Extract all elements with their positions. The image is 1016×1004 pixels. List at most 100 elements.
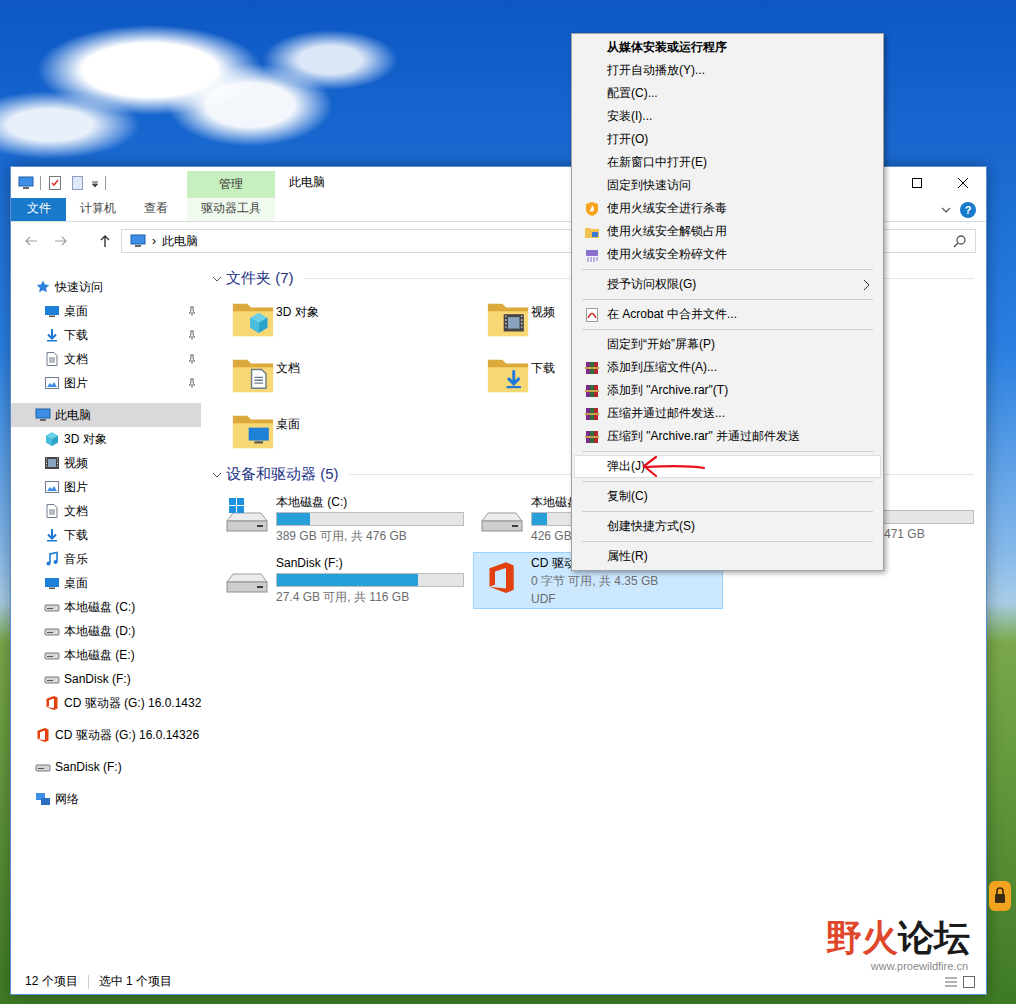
menu-item[interactable]: 打开(O) <box>574 128 881 151</box>
menu-item[interactable]: 压缩到 "Archive.rar" 并通过邮件发送 <box>574 425 881 448</box>
menu-item[interactable]: 使用火绒安全粉碎文件 <box>574 243 881 266</box>
nav-item[interactable]: CD 驱动器 (G:) 16.0.1432 <box>11 691 201 715</box>
drive-name[interactable]: SanDisk (F:) <box>276 555 463 571</box>
ribbon-tab[interactable]: 文件 <box>11 198 66 221</box>
menu-label[interactable]: 复制(C) <box>607 488 648 505</box>
nav-label[interactable]: CD 驱动器 (G:) 16.0.14326 <box>55 727 199 744</box>
menu-label[interactable]: 创建快捷方式(S) <box>607 518 695 535</box>
nav-label[interactable]: 本地磁盘 (C:) <box>64 599 135 616</box>
menu-label[interactable]: 授予访问权限(G) <box>607 276 696 293</box>
nav-label[interactable]: 图片 <box>64 479 88 496</box>
menu-label[interactable]: 压缩到 "Archive.rar" 并通过邮件发送 <box>607 428 800 445</box>
nav-item[interactable]: 桌面 <box>11 299 201 323</box>
nav-label[interactable]: 快速访问 <box>55 279 103 296</box>
menu-label[interactable]: 在 Acrobat 中合并文件... <box>607 306 737 323</box>
nav-label[interactable]: 桌面 <box>64 575 88 592</box>
menu-item[interactable]: 固定到快速访问 <box>574 174 881 197</box>
menu-item[interactable]: 属性(R) <box>574 545 881 568</box>
menu-label[interactable]: 使用火绒安全粉碎文件 <box>607 246 727 263</box>
folder-label[interactable]: 桌面 <box>276 407 300 433</box>
nav-label[interactable]: 文档 <box>64 503 88 520</box>
back-button[interactable] <box>19 229 43 253</box>
expand-ribbon-icon[interactable] <box>940 204 952 216</box>
menu-label[interactable]: 弹出(J) <box>607 458 645 475</box>
folder-label[interactable]: 视频 <box>531 295 555 321</box>
nav-label[interactable]: CD 驱动器 (G:) 16.0.1432 <box>64 695 201 712</box>
nav-label[interactable]: 桌面 <box>64 303 88 320</box>
nav-item[interactable]: CD 驱动器 (G:) 16.0.14326 <box>11 723 201 747</box>
menu-item[interactable]: 在新窗口中打开(E) <box>574 151 881 174</box>
nav-item[interactable]: 网络 <box>11 787 201 811</box>
menu-label[interactable]: 从媒体安装或运行程序 <box>607 39 727 56</box>
nav-label[interactable]: 下载 <box>64 527 88 544</box>
maximize-button[interactable] <box>894 167 940 198</box>
forward-button[interactable] <box>49 229 73 253</box>
nav-label[interactable]: 音乐 <box>64 551 88 568</box>
nav-item[interactable]: 图片 <box>11 475 201 499</box>
nav-item[interactable]: 桌面 <box>11 571 201 595</box>
menu-label[interactable]: 使用火绒安全解锁占用 <box>607 223 727 240</box>
close-button[interactable] <box>940 167 986 198</box>
nav-label[interactable]: 本地磁盘 (E:) <box>64 647 135 664</box>
folder-label[interactable]: 下载 <box>531 351 555 377</box>
nav-item[interactable]: 音乐 <box>11 547 201 571</box>
lock-badge-icon[interactable] <box>988 880 1012 912</box>
nav-label[interactable]: 图片 <box>64 375 88 392</box>
nav-item[interactable]: 本地磁盘 (E:) <box>11 643 201 667</box>
menu-label[interactable]: 固定到“开始”屏幕(P) <box>607 336 715 353</box>
menu-label[interactable]: 添加到 "Archive.rar"(T) <box>607 382 728 399</box>
nav-label[interactable]: SanDisk (F:) <box>64 672 131 686</box>
ribbon-tab[interactable]: 计算机 <box>66 198 130 221</box>
menu-item[interactable]: 配置(C)... <box>574 82 881 105</box>
menu-item[interactable]: 使用火绒安全解锁占用 <box>574 220 881 243</box>
menu-label[interactable]: 配置(C)... <box>607 85 658 102</box>
address-path[interactable]: 此电脑 <box>162 233 198 250</box>
nav-item[interactable]: SanDisk (F:) <box>11 755 201 779</box>
menu-item[interactable]: 添加到压缩文件(A)... <box>574 356 881 379</box>
address-separator[interactable]: › <box>152 234 156 248</box>
menu-item[interactable]: 压缩并通过邮件发送... <box>574 402 881 425</box>
menu-label[interactable]: 在新窗口中打开(E) <box>607 154 707 171</box>
menu-label[interactable]: 安装(I)... <box>607 108 652 125</box>
details-view-icon[interactable] <box>944 975 958 989</box>
dropdown-icon[interactable] <box>91 175 99 191</box>
ribbon-tab[interactable]: 查看 <box>130 198 182 221</box>
menu-item[interactable]: 在 Acrobat 中合并文件... <box>574 303 881 326</box>
folder-label[interactable]: 文档 <box>276 351 300 377</box>
nav-item[interactable]: 快速访问 <box>11 275 201 299</box>
drive-tile[interactable]: 本地磁盘 (C:)389 GB 可用, 共 476 GB <box>218 491 468 548</box>
menu-label[interactable]: 属性(R) <box>607 548 648 565</box>
nav-item[interactable]: 3D 对象 <box>11 427 201 451</box>
folder-tile[interactable]: 3D 对象 <box>230 295 485 351</box>
menu-label[interactable]: 固定到快速访问 <box>607 177 691 194</box>
nav-item[interactable]: 文档 <box>11 499 201 523</box>
menu-item[interactable]: 添加到 "Archive.rar"(T) <box>574 379 881 402</box>
menu-label[interactable]: 压缩并通过邮件发送... <box>607 405 725 422</box>
nav-item[interactable]: 本地磁盘 (D:) <box>11 619 201 643</box>
menu-label[interactable]: 添加到压缩文件(A)... <box>607 359 717 376</box>
collapse-chevron-icon[interactable] <box>212 274 222 284</box>
drive-tile[interactable]: SanDisk (F:)27.4 GB 可用, 共 116 GB <box>218 552 468 609</box>
folder-tile[interactable]: 桌面 <box>230 407 485 463</box>
nav-item[interactable]: 文档 <box>11 347 201 371</box>
nav-label[interactable]: 文档 <box>64 351 88 368</box>
context-tab-header[interactable]: 管理 <box>187 171 275 198</box>
folder-label[interactable]: 3D 对象 <box>276 295 319 321</box>
menu-item[interactable]: 从媒体安装或运行程序 <box>574 36 881 59</box>
nav-item[interactable]: 本地磁盘 (C:) <box>11 595 201 619</box>
nav-item[interactable]: SanDisk (F:) <box>11 667 201 691</box>
menu-label[interactable]: 打开自动播放(Y)... <box>607 62 705 79</box>
up-button[interactable] <box>93 229 117 253</box>
nav-item[interactable]: 此电脑 <box>11 403 201 427</box>
menu-label[interactable]: 打开(O) <box>607 131 648 148</box>
collapse-chevron-icon[interactable] <box>212 470 222 480</box>
nav-item[interactable]: 视频 <box>11 451 201 475</box>
large-icons-view-icon[interactable] <box>962 975 976 989</box>
menu-item[interactable]: 固定到“开始”屏幕(P) <box>574 333 881 356</box>
menu-item[interactable]: 安装(I)... <box>574 105 881 128</box>
menu-label[interactable]: 使用火绒安全进行杀毒 <box>607 200 727 217</box>
menu-item[interactable]: 授予访问权限(G) <box>574 273 881 296</box>
nav-item[interactable]: 下载 <box>11 523 201 547</box>
nav-label[interactable]: SanDisk (F:) <box>55 760 122 774</box>
nav-label[interactable]: 此电脑 <box>55 407 91 424</box>
